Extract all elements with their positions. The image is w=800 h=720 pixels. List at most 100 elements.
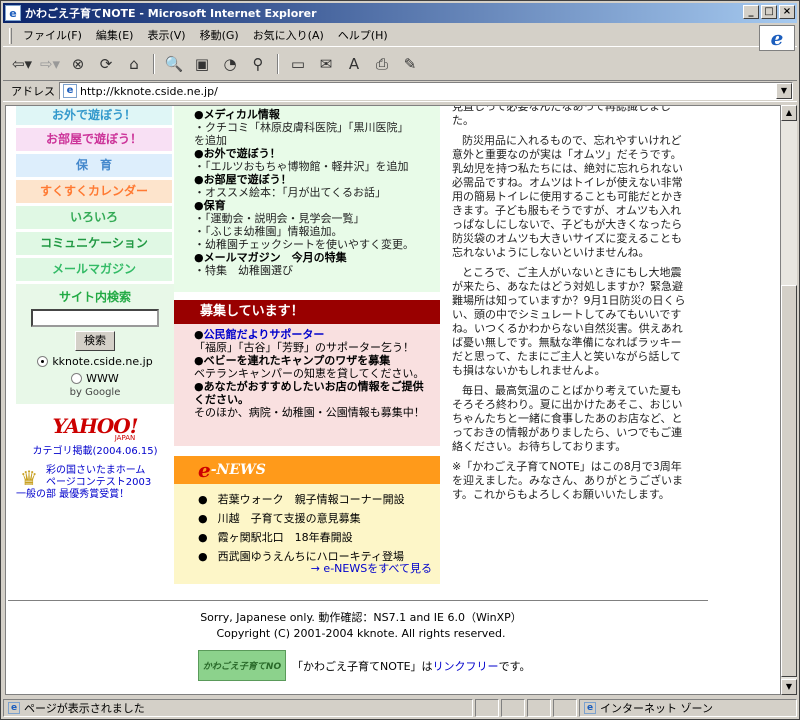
zone-pane: e インターネット ゾーン: [579, 699, 797, 717]
nav-indoor[interactable]: お部屋で遊ぼう！: [16, 128, 172, 151]
nav-childcare[interactable]: 保 育: [16, 154, 172, 177]
edit-icon[interactable]: ✎: [397, 52, 423, 76]
enews-e: e: [198, 458, 211, 482]
left-sidebar: お外で遊ぼう！ お部屋で遊ぼう！ 保 育 すくすくカレンダー いろいろ コミュニ…: [16, 106, 174, 501]
news-line: ・幼稚園チェックシートを使いやすく変更。: [194, 238, 414, 251]
menu-file[interactable]: ファイル(F): [16, 27, 89, 45]
news-line: ・「運動会・説明会・見学会一覧」: [194, 212, 365, 225]
enews-item[interactable]: 川越 子育て支援の意見募集: [198, 509, 440, 528]
back-icon[interactable]: ⇦▾: [9, 52, 35, 76]
maximize-button[interactable]: □: [761, 5, 777, 19]
award-line1[interactable]: 彩の国さいたまホーム: [46, 465, 151, 477]
update-news: ●メディカル情報 ・クチコミ「林原皮膚科医院」「黒川医院」 を追加 ●お外で遊ぼ…: [174, 106, 440, 292]
recruit-desc: 「福原」「古谷」「芳野」のサポーター乞う！: [194, 341, 414, 354]
news-heading: ●メールマガジン 今月の特集: [194, 251, 347, 264]
history-icon[interactable]: ◔: [217, 52, 243, 76]
menu-edit[interactable]: 編集(E): [89, 27, 141, 45]
refresh-icon[interactable]: ⟳: [93, 52, 119, 76]
award-line2[interactable]: ページコンテスト2003: [46, 477, 151, 489]
yahoo-category[interactable]: カテゴリ掲載(2004.06.15): [16, 442, 174, 457]
recruit-title: ●あなたがおすすめしたいお店の情報をご提供ください。: [194, 380, 424, 406]
search-input[interactable]: [31, 309, 159, 327]
address-input[interactable]: e http://kknote.cside.ne.jp/ ▼: [59, 82, 793, 100]
minimize-button[interactable]: _: [743, 5, 759, 19]
search-icon[interactable]: 🔍: [161, 52, 187, 76]
news-line: ・オススメ絵本：「月が出てくるお話」: [194, 186, 386, 199]
status-pane: [527, 699, 551, 717]
article-column: 見直しって必要なんだなあって再認識しました。 防災用品に入れるもので、忘れやすい…: [452, 106, 688, 508]
chevron-down-icon[interactable]: ▼: [776, 83, 792, 99]
linkfree-link[interactable]: リンクフリー: [433, 658, 499, 674]
page-icon: e: [63, 84, 77, 98]
site-banner[interactable]: かわごえ子育てNO: [198, 650, 286, 681]
nav-community[interactable]: コミュニケーション: [16, 232, 172, 255]
toolbar: ⇦▾ ⇨▾ ⊗ ⟳ ⌂ 🔍 ▣ ◔ ⚲ ▭ ✉ A ⎙ ✎: [3, 49, 763, 79]
nav-misc[interactable]: いろいろ: [16, 206, 172, 229]
window-title: かわごえ子育てNOTE - Microsoft Internet Explore…: [25, 7, 317, 20]
yahoo-badge[interactable]: YAHOO! JAPAN カテゴリ掲載(2004.06.15): [16, 414, 174, 457]
linkfree-pre: 「かわごえ子育てNOTE」は: [292, 659, 433, 673]
fullscreen-icon[interactable]: ▭: [285, 52, 311, 76]
status-text-pane: e ページが表示されました: [3, 699, 473, 717]
scroll-down-icon[interactable]: ▼: [781, 679, 797, 695]
divider: [8, 600, 708, 602]
nav-outdoor[interactable]: お外で遊ぼう！: [16, 106, 172, 125]
footer-copyright: Copyright (C) 2001-2004 kknote. All righ…: [216, 627, 506, 640]
title-bar: e かわごえ子育てNOTE - Microsoft Internet Explo…: [3, 3, 797, 23]
menu-help[interactable]: ヘルプ(H): [331, 27, 395, 45]
print-icon[interactable]: ⎙: [369, 52, 395, 76]
address-label: アドレス: [11, 85, 55, 98]
toolbar-separator: [153, 54, 155, 74]
radio-icon[interactable]: [71, 373, 83, 384]
news-heading: ●メディカル情報: [194, 108, 280, 121]
middle-column: ●メディカル情報 ・クチコミ「林原皮膚科医院」「黒川医院」 を追加 ●お外で遊ぼ…: [174, 106, 440, 584]
radio-site[interactable]: kknote.cside.ne.jp: [16, 355, 174, 368]
menu-bar: ファイル(F) 編集(E) 表示(V) 移動(G) お気に入り(A) ヘルプ(H…: [3, 25, 797, 47]
channels-icon[interactable]: ⚲: [245, 52, 271, 76]
news-heading: ●保育: [194, 199, 226, 212]
scroll-up-icon[interactable]: ▲: [781, 105, 797, 121]
status-bar: e ページが表示されました e インターネット ゾーン: [3, 698, 797, 718]
radio-site-label: kknote.cside.ne.jp: [52, 355, 153, 368]
menu-favorites[interactable]: お気に入り(A): [246, 27, 331, 45]
close-button[interactable]: ×: [779, 5, 795, 19]
scroll-thumb[interactable]: [781, 285, 797, 677]
toolbar-separator: [277, 54, 279, 74]
recruit-desc: そのほか、病院・幼稚園・公園情報も募集中！: [194, 406, 425, 419]
stop-icon[interactable]: ⊗: [65, 52, 91, 76]
enews-item[interactable]: 霞ヶ関駅北口 18年春開設: [198, 528, 440, 547]
page-done-icon: e: [8, 702, 20, 714]
zone-text: インターネット ゾーン: [600, 702, 713, 715]
recruit-desc: ベテランキャンパーの知恵を貸してください。: [194, 367, 425, 380]
menu-go[interactable]: 移動(G): [193, 27, 246, 45]
address-bar: アドレス e http://kknote.cside.ne.jp/ ▼: [3, 80, 797, 102]
radio-www[interactable]: WWW: [16, 372, 174, 385]
menu-view[interactable]: 表示(V): [140, 27, 192, 45]
news-line: ・クチコミ「林原皮膚科医院」「黒川医院」: [194, 121, 409, 134]
news-line: ・特集 幼稚園選び: [194, 264, 293, 277]
home-icon[interactable]: ⌂: [121, 52, 147, 76]
news-heading: ●お部屋で遊ぼう！: [194, 173, 292, 186]
vertical-scrollbar[interactable]: ▲ ▼: [781, 105, 797, 695]
enews-item[interactable]: 若葉ウォーク 親子情報コーナー開設: [198, 490, 440, 509]
favorites-icon[interactable]: ▣: [189, 52, 215, 76]
forward-icon[interactable]: ⇨▾: [37, 52, 63, 76]
search-button[interactable]: 検索: [75, 331, 115, 351]
article-paragraph: 防災用品に入れるもので、忘れやすいけれど意外と重要なのが実は「オムツ」だそうです…: [452, 134, 683, 259]
article-paragraph: ところで、ご主人がいないときにもし大地震が来たら、あなたはどう対処しますか？緊急…: [452, 266, 686, 377]
linkfree-post: です。: [498, 659, 531, 673]
radio-icon[interactable]: [37, 356, 49, 367]
font-icon[interactable]: A: [341, 52, 367, 76]
article-paragraph: 毎日、最高気温のことばかり考えていた夏もそろそろ終わり。夏に出かけたあそこ、おじ…: [452, 384, 683, 453]
nav-mailmagazine[interactable]: メールマガジン: [16, 258, 172, 281]
mail-icon[interactable]: ✉: [313, 52, 339, 76]
recruit-box: 募集しています！ ●公民館だよりサポーター 「福原」「古谷」「芳野」のサポーター…: [174, 300, 440, 446]
award-line3[interactable]: 一般の部 最優秀賞受賞！: [16, 489, 151, 501]
recruit-link[interactable]: 公民館だよりサポーター: [204, 328, 325, 341]
award-badge[interactable]: ♛ 彩の国さいたまホーム ページコンテスト2003 一般の部 最優秀賞受賞！: [16, 465, 174, 501]
by-google: by Google: [69, 387, 121, 398]
globe-icon: e: [584, 702, 596, 714]
enews-header: e -NEWS: [174, 456, 440, 484]
enews-more-link[interactable]: → e-NEWSをすべて見る: [311, 560, 432, 576]
nav-calendar[interactable]: すくすくカレンダー: [16, 180, 172, 203]
